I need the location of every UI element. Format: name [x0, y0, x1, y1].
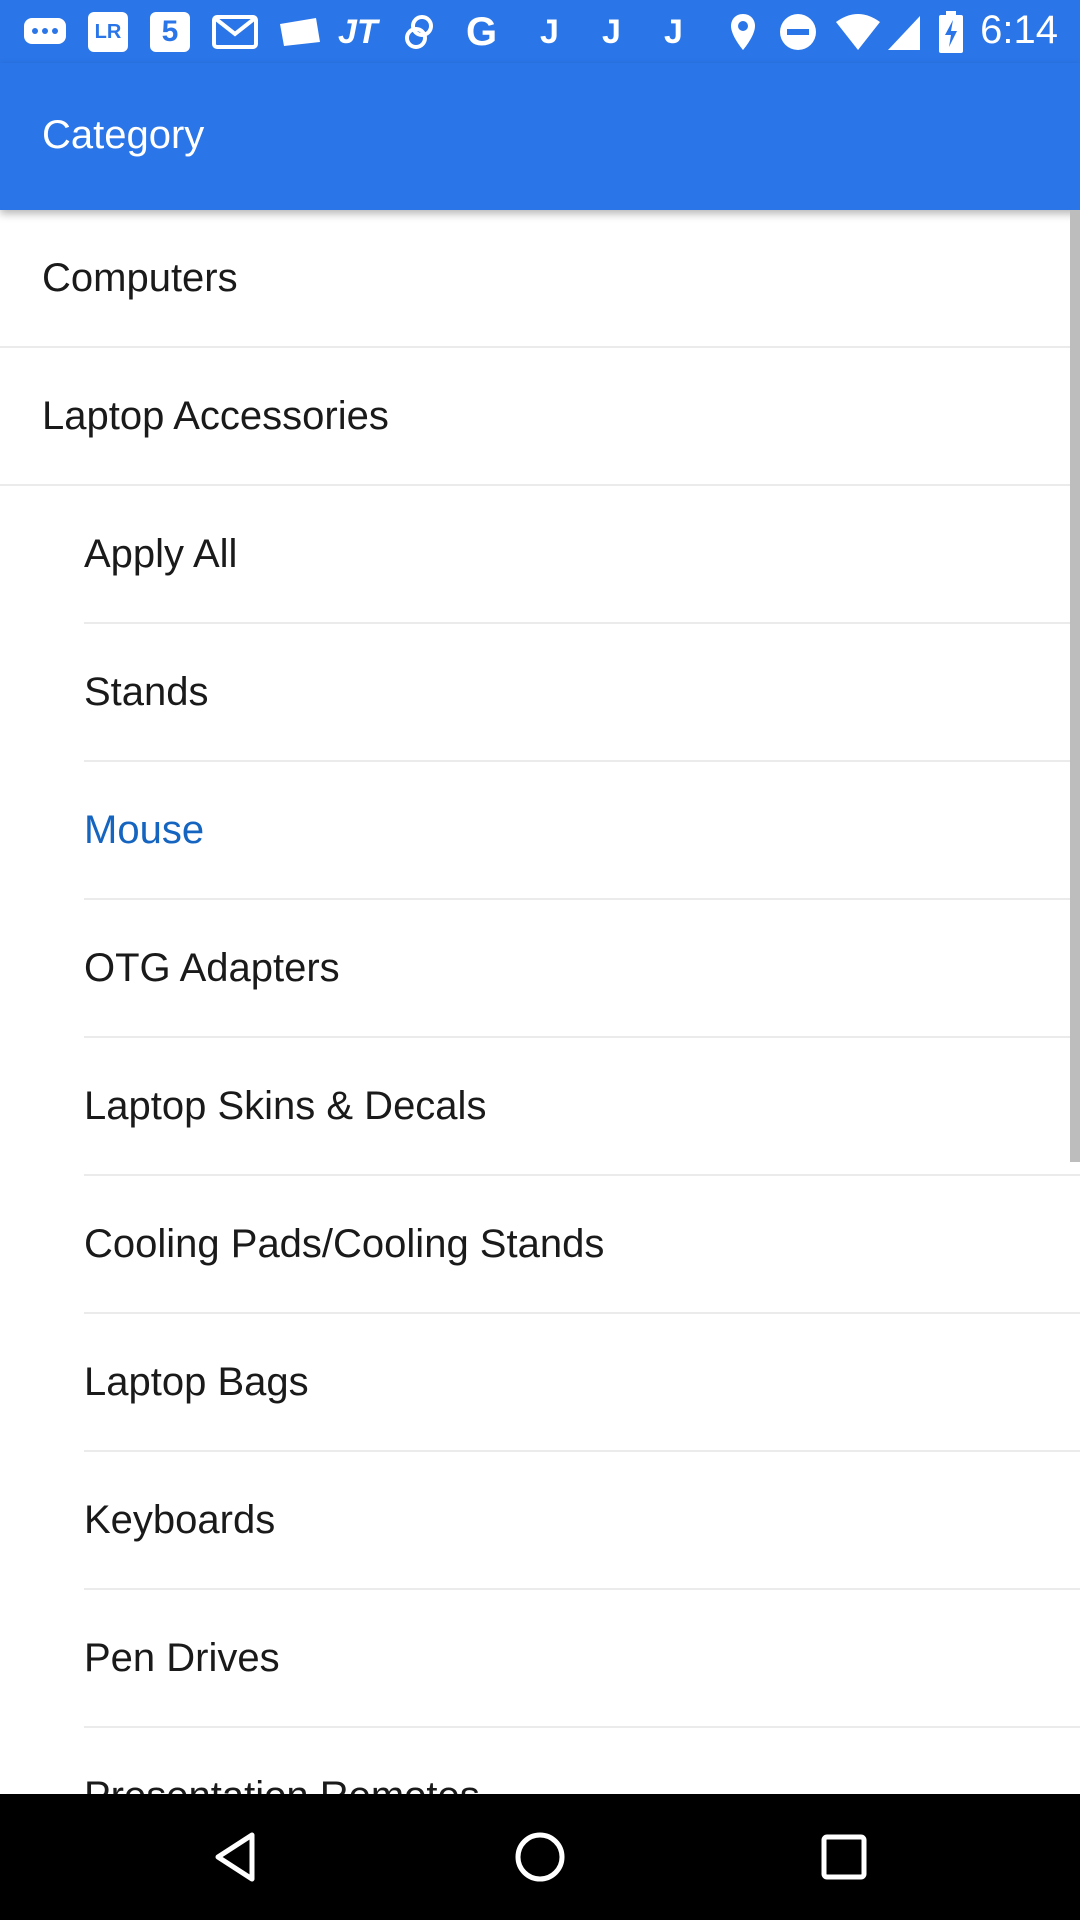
wifi-icon [834, 12, 882, 52]
five-icon: 5 [150, 12, 190, 52]
wallet-icon [276, 12, 324, 52]
subcategory-item-pen-drives[interactable]: Pen Drives [84, 1590, 1080, 1728]
j-icon: J [602, 12, 621, 51]
signal-icon [884, 12, 924, 52]
subcategory-item-laptop-bags[interactable]: Laptop Bags [84, 1314, 1080, 1452]
subcategory-item-mouse[interactable]: Mouse [84, 762, 1080, 900]
page-title: Category [42, 113, 205, 157]
category-item-laptop-accessories[interactable]: Laptop Accessories [0, 348, 1080, 486]
subcategory-item-laptop-skins[interactable]: Laptop Skins & Decals [84, 1038, 1080, 1176]
chain-link-icon [400, 12, 440, 52]
category-item-computers[interactable]: Computers [0, 210, 1080, 348]
subcategory-item-cooling-pads[interactable]: Cooling Pads/Cooling Stands [84, 1176, 1080, 1314]
back-icon[interactable] [206, 1827, 266, 1887]
subcategory-label: Laptop Bags [84, 1359, 309, 1404]
subcategory-label: Laptop Skins & Decals [84, 1083, 487, 1128]
home-icon[interactable] [510, 1827, 570, 1887]
do-not-disturb-icon [778, 12, 818, 52]
j-icon: J [664, 12, 683, 51]
subcategory-label: Mouse [84, 807, 205, 852]
clock: 6:14 [980, 8, 1058, 52]
g-icon: G [466, 9, 498, 54]
category-label: Laptop Accessories [42, 393, 389, 438]
recents-icon[interactable] [814, 1827, 874, 1887]
battery-charging-icon [938, 11, 964, 53]
jt-icon: JT [338, 12, 378, 51]
subcategory-item-keyboards[interactable]: Keyboards [84, 1452, 1080, 1590]
subcategory-label: Stands [84, 669, 209, 714]
subcategory-label: Keyboards [84, 1497, 276, 1542]
status-bar: LR 5 JT G J J J 6:14 [0, 0, 1080, 63]
subcategory-label: OTG Adapters [84, 945, 340, 990]
gmail-icon [212, 12, 258, 52]
subcategory-label: Pen Drives [84, 1635, 280, 1680]
j-icon: J [540, 12, 559, 51]
scrollbar[interactable] [1070, 210, 1080, 1162]
location-icon [728, 12, 758, 52]
category-label: Computers [42, 255, 238, 300]
subcategory-item-stands[interactable]: Stands [84, 624, 1080, 762]
subcategory-label: Apply All [84, 531, 238, 576]
subcategory-item-otg-adapters[interactable]: OTG Adapters [84, 900, 1080, 1038]
app-bar: Category [0, 63, 1080, 210]
navigation-bar [0, 1794, 1080, 1920]
category-list[interactable]: Computers Laptop Accessories Apply All S… [0, 210, 1080, 1794]
subcategory-label: Cooling Pads/Cooling Stands [84, 1221, 605, 1266]
lr-icon: LR [88, 12, 128, 52]
chat-bubble-icon [22, 12, 68, 52]
subcategory-label: Presentation Remotes [84, 1774, 480, 1795]
subcategory-item-apply-all[interactable]: Apply All [84, 486, 1080, 624]
subcategory-item-presentation-remotes[interactable]: Presentation Remotes [84, 1728, 1080, 1795]
